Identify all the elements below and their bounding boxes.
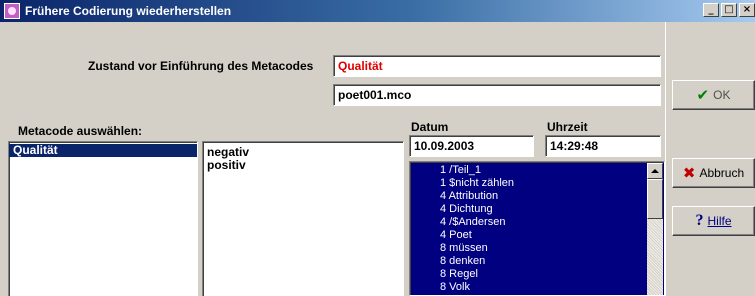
- code-list-item[interactable]: 4 Poet: [412, 229, 646, 242]
- ok-button[interactable]: ✔ OK: [672, 80, 755, 110]
- state-label: Zustand vor Einführung des Metacodes: [88, 59, 314, 73]
- date-label: Datum: [411, 120, 449, 134]
- cancel-button[interactable]: ✖ Abbruch: [672, 158, 755, 188]
- code-list-item[interactable]: 4 Dichtung: [412, 203, 646, 216]
- arrow-up-icon: [651, 169, 659, 173]
- code-list-item[interactable]: 8 Regel: [412, 268, 646, 281]
- metacode-list-item[interactable]: Qualität: [9, 144, 197, 157]
- code-list-item[interactable]: 8 denken: [412, 255, 646, 268]
- scroll-thumb[interactable]: [647, 179, 663, 219]
- cancel-label: Abbruch: [699, 166, 745, 180]
- code-list-item[interactable]: 4 Attribution: [412, 190, 646, 203]
- app-icon: [4, 3, 20, 19]
- metacode-field[interactable]: Qualität: [333, 55, 661, 77]
- code-list-item[interactable]: 1 /Teil_1: [412, 164, 646, 177]
- time-field[interactable]: 14:29:48: [545, 135, 661, 157]
- time-label: Uhrzeit: [547, 120, 588, 134]
- window-controls: _ □ ×: [701, 3, 755, 17]
- code-list-scrollbar[interactable]: [647, 163, 663, 295]
- file-field[interactable]: poet001.mco: [333, 84, 661, 106]
- help-label: Hilfe: [707, 214, 732, 228]
- check-icon: ✔: [696, 86, 710, 104]
- code-list-item[interactable]: 8 müssen: [412, 242, 646, 255]
- title-bar: Frühere Codierung wiederherstellen _ □ ×: [0, 0, 755, 22]
- scroll-up-button[interactable]: [647, 163, 663, 179]
- window-title: Frühere Codierung wiederherstellen: [25, 4, 232, 18]
- maximize-button[interactable]: □: [721, 3, 737, 17]
- close-button[interactable]: ×: [739, 3, 755, 17]
- code-list-item[interactable]: 1 $nicht zählen: [412, 177, 646, 190]
- select-metacode-label: Metacode auswählen:: [18, 124, 143, 138]
- minimize-button[interactable]: _: [703, 3, 719, 17]
- help-button[interactable]: ? Hilfe: [672, 206, 755, 236]
- code-list[interactable]: 1 /Teil_1 1 $nicht zählen 4 Attribution 4 D…: [409, 161, 665, 296]
- x-icon: ✖: [682, 164, 696, 182]
- metacode-list[interactable]: Qualität: [8, 141, 198, 296]
- values-list[interactable]: negativ positiv: [202, 141, 404, 296]
- date-field[interactable]: 10.09.2003: [409, 135, 534, 157]
- ok-label: OK: [713, 88, 731, 102]
- code-list-item[interactable]: 4 /$Andersen: [412, 216, 646, 229]
- value-list-item[interactable]: positiv: [203, 159, 403, 172]
- question-icon: ?: [695, 212, 704, 229]
- code-list-item[interactable]: 8 Volk: [412, 281, 646, 294]
